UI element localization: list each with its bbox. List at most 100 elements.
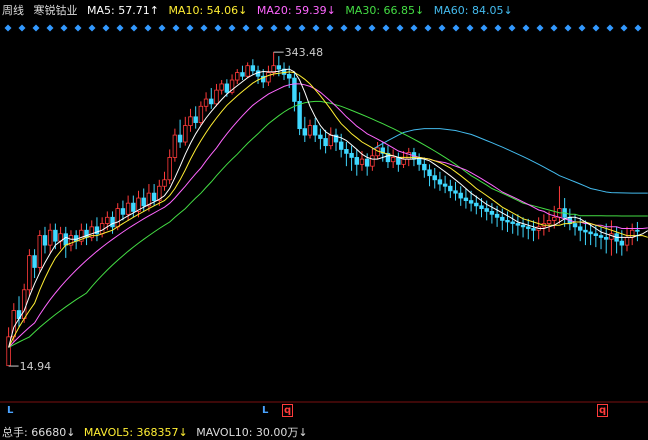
candle-body <box>364 158 370 167</box>
candle-body <box>224 83 230 93</box>
candle-body <box>307 125 313 136</box>
candle-body <box>468 200 474 204</box>
candle-body <box>546 219 552 224</box>
signal-diamond <box>102 24 110 32</box>
candle-body <box>318 134 323 139</box>
signal-diamond <box>424 24 432 32</box>
signal-diamond <box>494 24 502 32</box>
signal-diamond <box>60 24 68 32</box>
candle-body <box>120 208 126 215</box>
candle-body <box>344 149 349 154</box>
candle-body <box>151 192 157 201</box>
candle-body <box>219 83 224 91</box>
signal-diamond <box>340 24 348 32</box>
candle-body <box>624 236 630 246</box>
candle-body <box>141 197 146 207</box>
candle-body <box>635 229 640 232</box>
signal-diamond <box>564 24 572 32</box>
candle-body <box>292 77 297 102</box>
candle-body <box>349 152 354 158</box>
candle-body <box>167 157 172 181</box>
candle-body <box>494 213 500 218</box>
mavol5-value: MAVOL5: 368357↓ <box>83 426 188 439</box>
signal-diamond <box>606 24 614 32</box>
candle-body <box>115 208 120 228</box>
candle-body <box>401 158 406 165</box>
candle-body <box>552 216 557 221</box>
high-price-label: 343.48 <box>285 46 324 59</box>
signal-diamond <box>144 24 152 32</box>
candle-body <box>416 158 422 165</box>
candle-body <box>458 192 463 199</box>
signal-diamond <box>410 24 418 32</box>
signal-diamond <box>172 24 180 32</box>
signal-diamond <box>326 24 334 32</box>
candle-body <box>183 125 188 143</box>
signal-diamond <box>18 24 26 32</box>
candle-body <box>27 255 32 291</box>
candle-body <box>526 226 531 229</box>
candle-body <box>629 229 635 238</box>
candle-body <box>583 229 588 233</box>
candle-body <box>453 190 458 194</box>
signal-diamond <box>438 24 446 32</box>
marker-l-mid[interactable]: L <box>262 405 268 416</box>
volume-legend: 总手: 66680↓ MAVOL5: 368357↓ MAVOL10: 30.0… <box>2 424 313 440</box>
marker-q-right[interactable]: q <box>597 404 609 417</box>
marker-l-left[interactable]: L <box>7 405 13 416</box>
signal-diamond <box>480 24 488 32</box>
signal-diamond <box>396 24 404 32</box>
candle-body <box>297 101 302 130</box>
candle-body <box>188 116 193 126</box>
signal-diamond <box>4 24 12 32</box>
candle-body <box>125 202 131 215</box>
candle-body <box>588 231 593 235</box>
candle-body <box>63 233 68 246</box>
signal-diamond <box>116 24 124 32</box>
candle-body <box>235 72 240 81</box>
signal-diamond <box>536 24 544 32</box>
candle-body <box>510 221 515 224</box>
candle-body <box>390 157 396 163</box>
candle-body <box>312 125 318 136</box>
candle-body <box>448 185 453 192</box>
signal-diamond <box>242 24 250 32</box>
signal-diamond <box>466 24 474 32</box>
candle-body <box>323 138 328 147</box>
candle-body <box>370 155 375 167</box>
candle-body <box>209 98 214 105</box>
candle-body <box>531 228 536 231</box>
signal-diamond <box>508 24 516 32</box>
ma20-line <box>8 83 648 348</box>
signal-diamond <box>130 24 138 32</box>
candle-body <box>42 235 48 246</box>
marker-q-mid[interactable]: q <box>282 404 294 417</box>
candle-body <box>172 134 178 158</box>
signal-diamond <box>452 24 460 32</box>
candle-body <box>276 65 282 70</box>
candle-body <box>203 98 209 107</box>
candle-body <box>250 65 256 72</box>
signal-diamond <box>186 24 194 32</box>
mavol10-value: MAVOL10: 30.00万↓ <box>196 426 308 439</box>
candle-body <box>572 223 578 228</box>
ma60-value: MA60: 84.05↓ <box>433 4 513 17</box>
candle-body <box>287 74 292 79</box>
signal-diamond <box>158 24 166 32</box>
candle-body <box>432 175 437 181</box>
period-label[interactable]: 周线 <box>2 4 24 17</box>
ma5-value: MA5: 57.71↑ <box>87 4 159 17</box>
ma5-line <box>8 68 648 348</box>
signal-diamond <box>382 24 390 32</box>
candle-body <box>500 216 505 221</box>
candle-body <box>245 65 250 77</box>
signal-diamond <box>298 24 306 32</box>
volume-total: 总手: 66680↓ <box>2 426 76 439</box>
ma10-value: MA10: 54.06↓ <box>168 4 248 17</box>
signal-diamond <box>214 24 222 32</box>
ma30-line <box>8 100 648 348</box>
signal-diamond <box>312 24 320 32</box>
candle-body <box>578 226 583 231</box>
kline-chart[interactable]: 343.48 14.94 <box>0 18 648 416</box>
candle-body <box>484 208 489 212</box>
